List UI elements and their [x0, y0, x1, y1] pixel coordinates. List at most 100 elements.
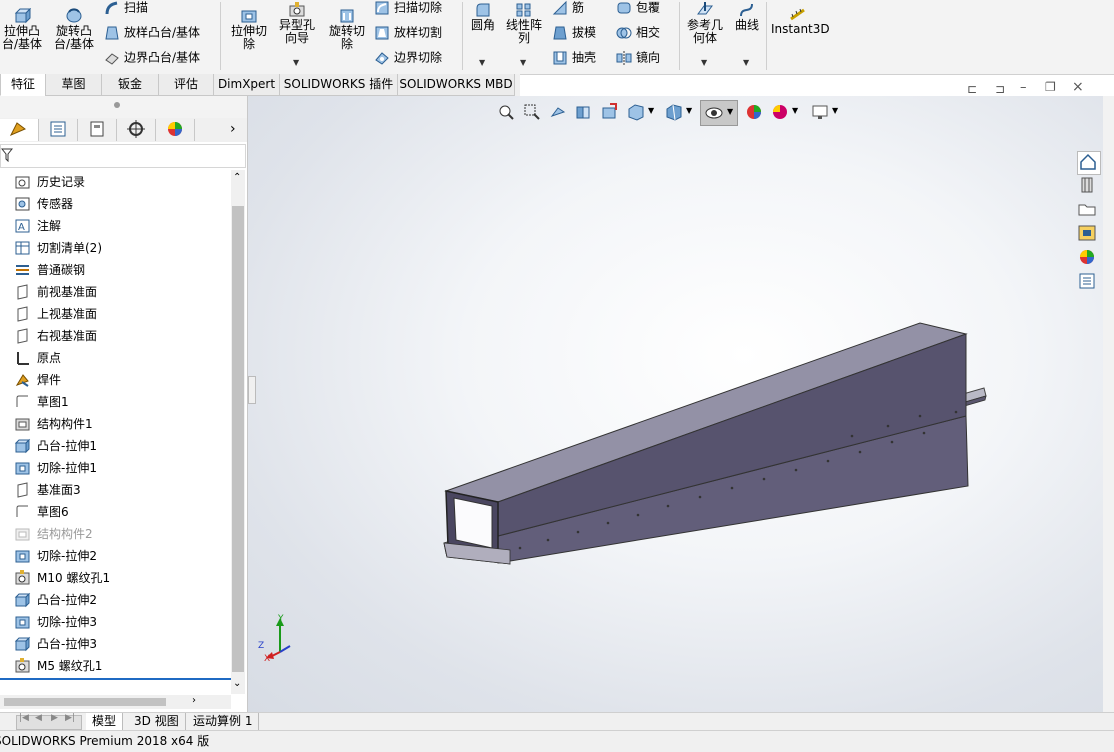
loft-boss-button[interactable]: 放样凸台/基体 [104, 25, 200, 41]
tree-horizontal-scrollbar[interactable]: › [0, 695, 231, 709]
linear-pattern-button[interactable]: 线性阵 列 [502, 2, 546, 45]
tile-right-icon[interactable]: ⊐ [995, 82, 1005, 96]
property-manager-tab[interactable] [39, 119, 78, 141]
linear-pattern-dropdown-icon[interactable]: ▼ [520, 58, 526, 67]
tree-item[interactable]: 草图6 [0, 501, 231, 523]
extrude-boss-button[interactable]: 拉伸凸 台/基体 [0, 8, 44, 51]
chevron-right-icon[interactable]: › [192, 695, 196, 706]
tab-sketch[interactable]: 草图 [45, 74, 102, 96]
tree-item[interactable]: 切除-拉伸2 [0, 545, 231, 567]
reference-geometry-button[interactable]: 参考几 何体 [684, 2, 726, 45]
tree-item[interactable]: 切割清单(2) [0, 237, 231, 259]
wrap-button[interactable]: 包覆 [616, 0, 660, 16]
horizontal-scrollbar-thumb[interactable] [4, 698, 166, 706]
revolve-boss-button[interactable]: 旋转凸 台/基体 [50, 8, 98, 51]
boundary-boss-button[interactable]: 边界凸台/基体 [104, 50, 200, 66]
tab-sheet-metal[interactable]: 钣金 [101, 74, 159, 96]
curves-dropdown-icon[interactable]: ▼ [743, 58, 749, 67]
tree-item[interactable]: M5 螺纹孔1 [0, 655, 231, 677]
chevron-up-icon[interactable]: ⌃ [233, 172, 241, 183]
dimxpert-manager-tab[interactable] [117, 119, 156, 141]
close-icon[interactable]: × [1072, 79, 1084, 95]
sweep-button[interactable]: 扫描 [104, 0, 148, 16]
home-icon[interactable] [1077, 151, 1101, 175]
tree-scrollbar-thumb[interactable] [232, 206, 244, 672]
tree-item[interactable]: 传感器 [0, 193, 231, 215]
restore-icon[interactable]: ❐ [1045, 80, 1056, 94]
tab-solidworks-addins[interactable]: SOLIDWORKS 插件 [279, 74, 398, 96]
hole-wizard-button[interactable]: 异型孔 向导 [275, 2, 319, 45]
curves-button[interactable]: 曲线 [731, 2, 763, 32]
tab-3d-view[interactable]: 3D 视图 [128, 713, 186, 730]
instant3d-button[interactable]: Instant3D [771, 6, 830, 36]
first-tab-icon[interactable]: |◀ [19, 713, 29, 723]
rollback-bar[interactable] [0, 678, 231, 680]
tab-solidworks-mbd[interactable]: SOLIDWORKS MBD [397, 74, 515, 96]
tree-item[interactable]: 前视基准面 [0, 281, 231, 303]
display-manager-tab[interactable] [156, 119, 195, 141]
mirror-button[interactable]: 镜向 [616, 50, 660, 66]
tab-evaluate[interactable]: 评估 [158, 74, 214, 96]
tree-item[interactable]: 上视基准面 [0, 303, 231, 325]
tab-model[interactable]: 模型 [86, 713, 124, 730]
tree-scrollbar[interactable]: ⌃ ⌄ [231, 170, 245, 694]
view-palette-icon[interactable] [1077, 223, 1099, 245]
tab-scroll-buttons[interactable]: |◀ ◀ ▶ ▶| [16, 713, 82, 730]
chevron-down-icon[interactable]: ⌄ [233, 678, 241, 689]
lofted-cut-button[interactable]: 放样切割 [374, 25, 442, 41]
next-tab-icon[interactable]: ▶ [51, 713, 58, 723]
extrude-cut-button[interactable]: 拉伸切 除 [226, 8, 272, 51]
chevron-right-icon[interactable]: › [230, 121, 236, 137]
model-3d-view[interactable] [248, 96, 1103, 712]
panel-splitter-handle[interactable] [114, 102, 120, 108]
tree-item[interactable]: 历史记录 [0, 171, 231, 193]
tab-features[interactable]: 特征 [0, 74, 46, 96]
property-manager-icon [50, 121, 66, 137]
graphics-area[interactable]: ▼ ▼ ▼ ▼ ▼ Y Z X [248, 96, 1103, 712]
fillet-dropdown-icon[interactable]: ▼ [479, 58, 485, 67]
tree-item[interactable]: 结构构件1 [0, 413, 231, 435]
tree-item[interactable]: 原点 [0, 347, 231, 369]
appearances-icon[interactable] [1077, 247, 1099, 269]
rib-button[interactable]: 筋 [552, 0, 584, 16]
hole-wizard-dropdown-icon[interactable]: ▼ [293, 58, 299, 67]
swept-cut-button[interactable]: 扫描切除 [374, 0, 442, 16]
tree-item[interactable]: 焊件 [0, 369, 231, 391]
revolve-cut-button[interactable]: 旋转切 除 [325, 8, 369, 51]
file-explorer-icon[interactable] [1077, 199, 1099, 221]
tree-item[interactable]: 普通碳钢 [0, 259, 231, 281]
tree-item[interactable]: M10 螺纹孔1 [0, 567, 231, 589]
intersect-button[interactable]: 相交 [616, 25, 660, 41]
tree-item[interactable]: 凸台-拉伸1 [0, 435, 231, 457]
tree-filter[interactable] [0, 144, 246, 168]
tree-item[interactable]: 凸台-拉伸2 [0, 589, 231, 611]
configuration-manager-tab[interactable] [78, 119, 117, 141]
draft-button[interactable]: 拔模 [552, 25, 596, 41]
hole-wizard-icon [289, 2, 305, 17]
custom-properties-icon[interactable] [1077, 271, 1099, 293]
reference-geometry-dropdown-icon[interactable]: ▼ [701, 58, 707, 67]
tree-item[interactable]: 草图1 [0, 391, 231, 413]
fillet-button[interactable]: 圆角 [466, 2, 500, 32]
boundary-cut-button[interactable]: 边界切除 [374, 50, 442, 66]
previous-tab-icon[interactable]: ◀ [35, 713, 42, 723]
panel-collapse-handle[interactable] [248, 376, 256, 404]
manager-tabs: › [0, 118, 247, 142]
tab-dimxpert[interactable]: DimXpert [213, 74, 280, 96]
tab-motion-study[interactable]: 运动算例 1 [187, 713, 260, 730]
tree-item[interactable]: 切除-拉伸1 [0, 457, 231, 479]
tree-item[interactable]: A 注解 [0, 215, 231, 237]
tree-item[interactable]: 基准面3 [0, 479, 231, 501]
tile-left-icon[interactable]: ⊏ [967, 82, 977, 96]
design-library-icon[interactable] [1077, 175, 1099, 197]
last-tab-icon[interactable]: ▶| [65, 713, 75, 723]
configuration-manager-icon [90, 121, 104, 137]
tree-item[interactable]: 右视基准面 [0, 325, 231, 347]
minimize-icon[interactable]: – [1020, 80, 1027, 95]
feature-manager-tab[interactable] [0, 119, 39, 141]
tree-item[interactable]: 结构构件2 [0, 523, 231, 545]
shell-button[interactable]: 抽壳 [552, 50, 596, 66]
hole-wizard-label: 异型孔 向导 [278, 18, 315, 45]
tree-item[interactable]: 凸台-拉伸3 [0, 633, 231, 655]
tree-item[interactable]: 切除-拉伸3 [0, 611, 231, 633]
